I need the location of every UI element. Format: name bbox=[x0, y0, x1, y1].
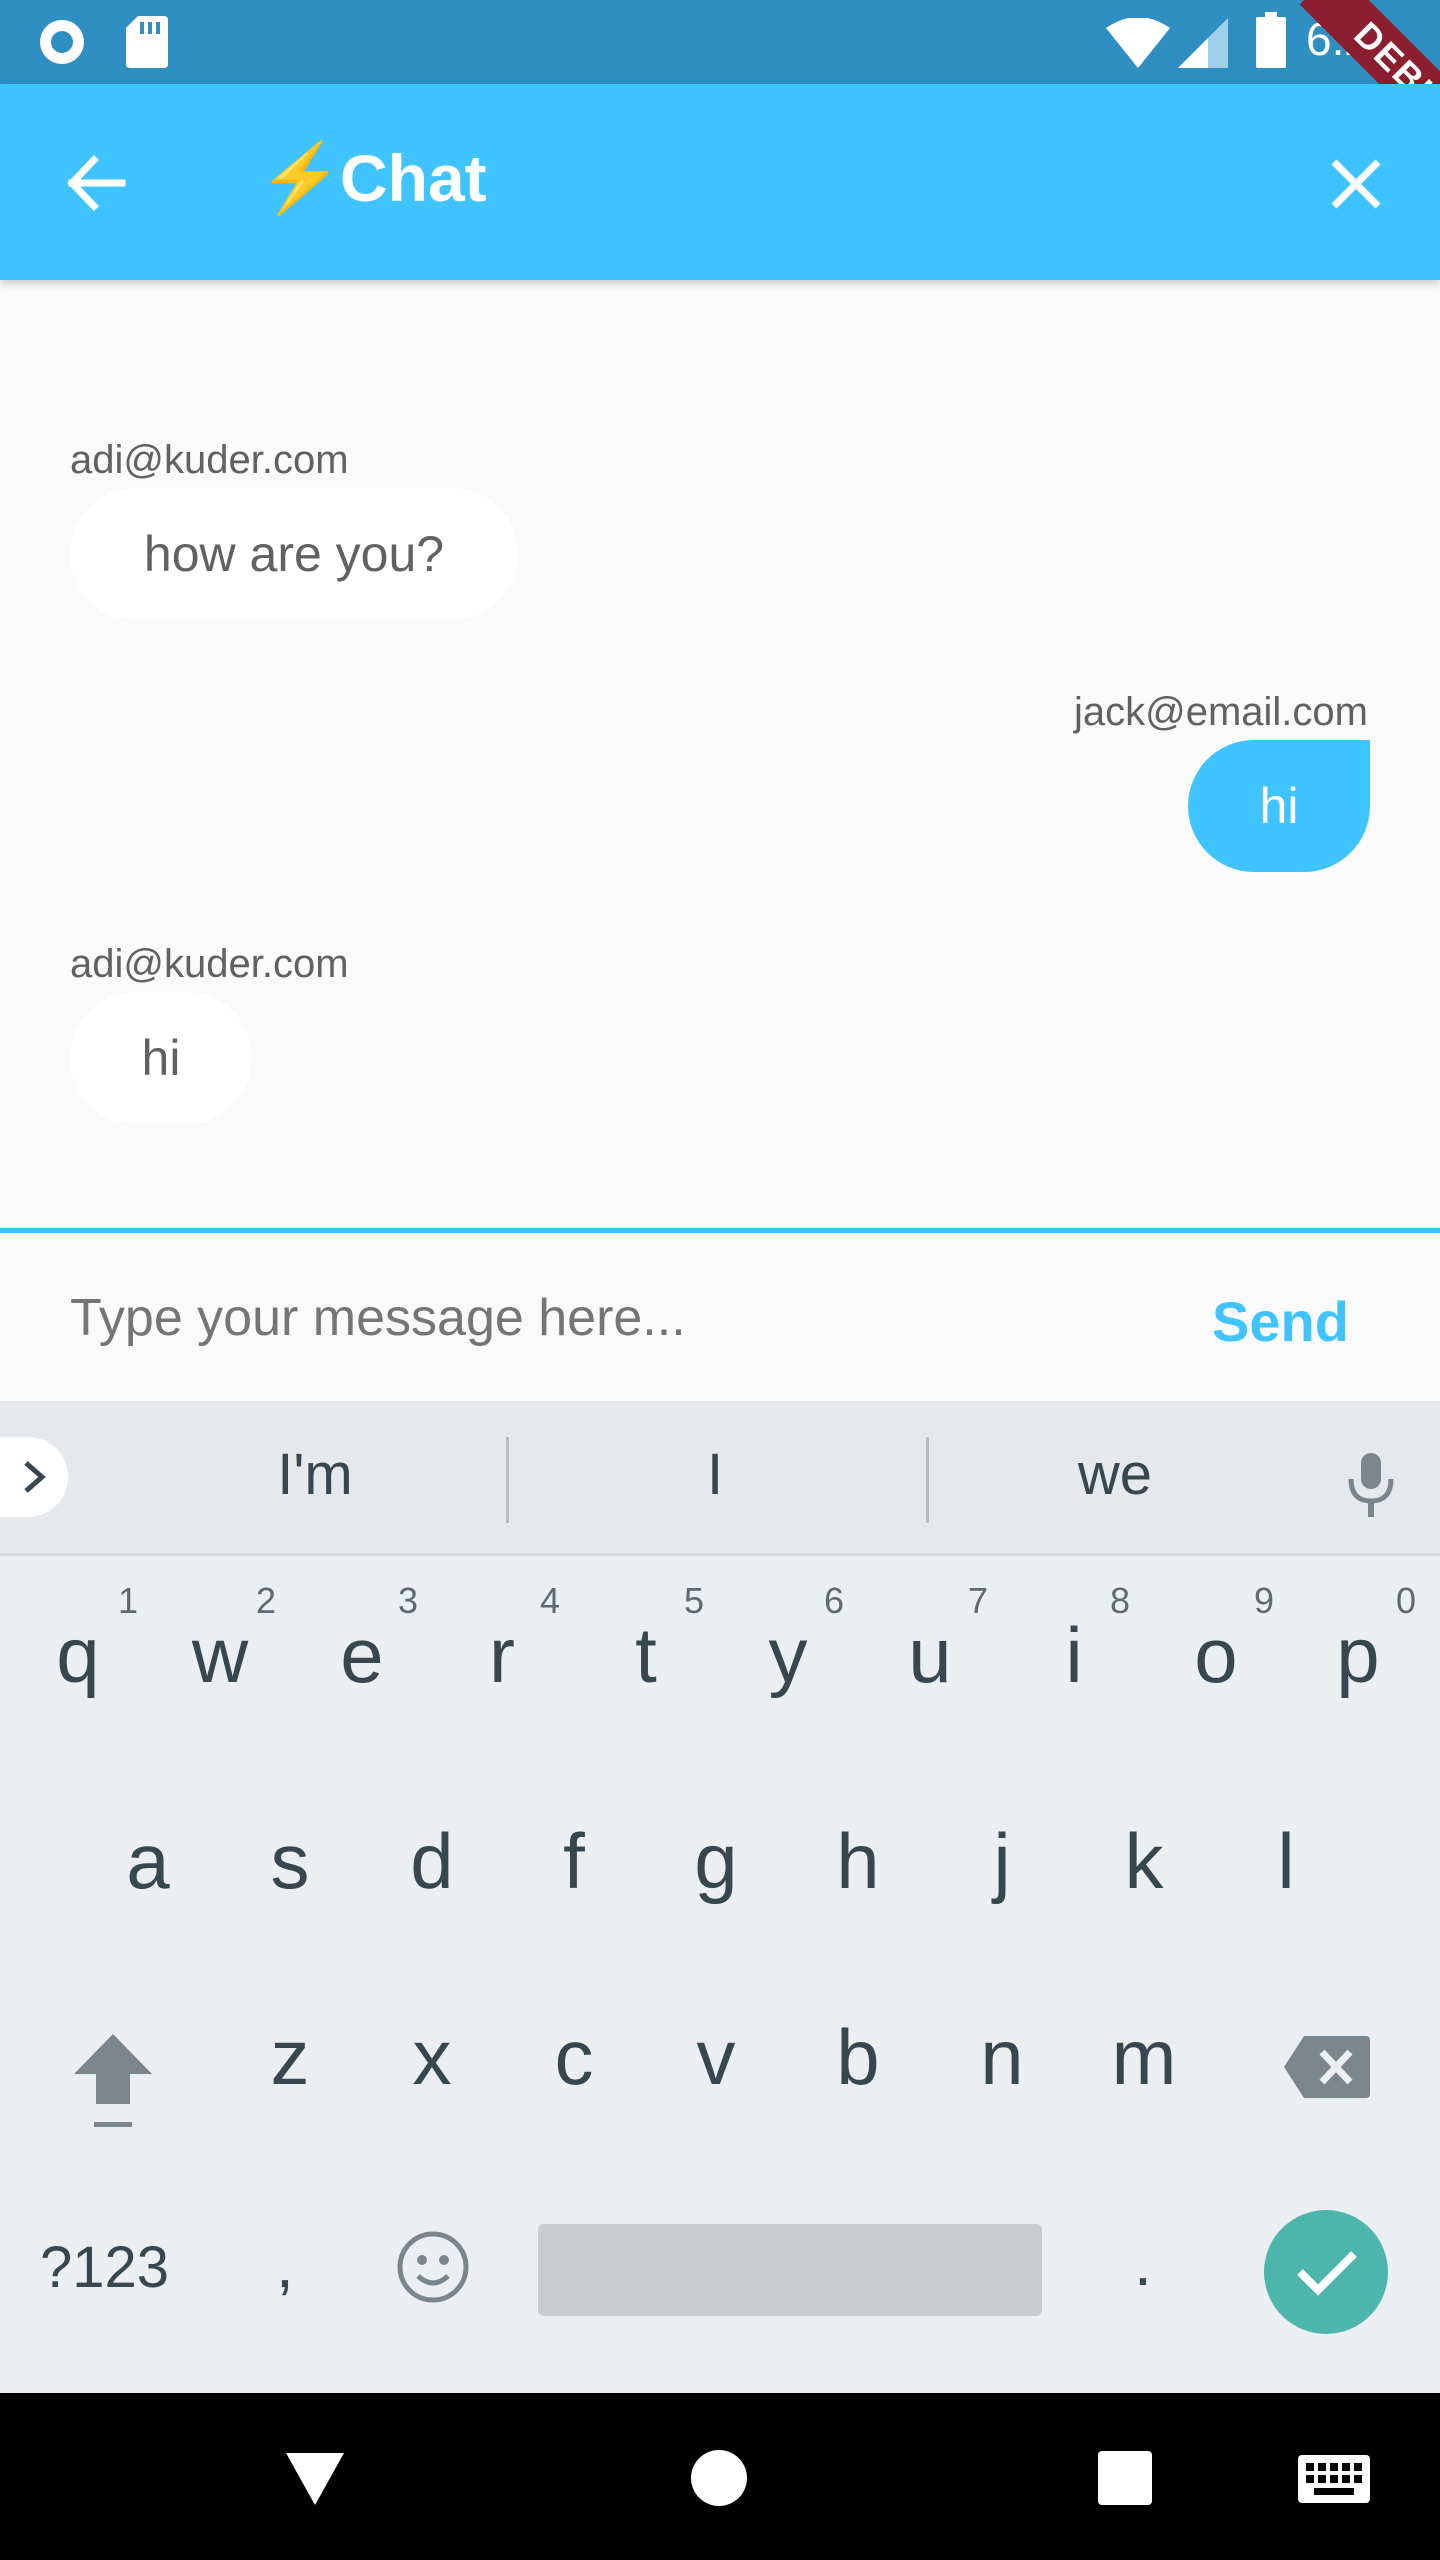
key-q[interactable]: q bbox=[18, 1610, 138, 1701]
app-bar: ⚡ Chat bbox=[0, 84, 1440, 280]
send-button[interactable]: Send bbox=[1212, 1289, 1349, 1354]
suggestion-separator bbox=[506, 1437, 509, 1523]
message-list[interactable]: adi@kuder.com how are you? jack@email.co… bbox=[0, 280, 1440, 1228]
microphone-icon[interactable] bbox=[1346, 1453, 1396, 1519]
arrow-left-icon[interactable] bbox=[62, 150, 128, 216]
message-sender: adi@kuder.com bbox=[70, 942, 349, 986]
key-u[interactable]: u bbox=[870, 1610, 990, 1701]
status-bar: 6:20 bbox=[0, 0, 1440, 84]
message-sender: jack@email.com bbox=[1073, 690, 1368, 734]
key-i[interactable]: i bbox=[1014, 1610, 1134, 1701]
expand-toolbar-button[interactable] bbox=[0, 1437, 68, 1517]
key-f[interactable]: f bbox=[514, 1816, 634, 1907]
emoji-icon[interactable] bbox=[396, 2230, 470, 2304]
key-x[interactable]: x bbox=[372, 2012, 492, 2103]
message-bubble-received: hi bbox=[70, 992, 252, 1124]
keyboard-row-4: ?123 , . bbox=[0, 2200, 1440, 2350]
page-title: Chat bbox=[340, 141, 487, 215]
enter-check-button[interactable] bbox=[1264, 2210, 1388, 2334]
status-circle-icon bbox=[40, 20, 84, 64]
keyboard-icon[interactable] bbox=[1298, 2455, 1370, 2503]
backspace-icon[interactable] bbox=[1284, 2036, 1370, 2098]
key-v[interactable]: v bbox=[656, 2012, 776, 2103]
key-k[interactable]: k bbox=[1084, 1816, 1204, 1907]
key-y[interactable]: y bbox=[728, 1610, 848, 1701]
key-p[interactable]: p bbox=[1298, 1610, 1418, 1701]
key-period[interactable]: . bbox=[1134, 2226, 1152, 2300]
cell-signal-icon bbox=[1178, 18, 1228, 68]
key-d[interactable]: d bbox=[372, 1816, 492, 1907]
key-b[interactable]: b bbox=[798, 2012, 918, 2103]
key-h[interactable]: h bbox=[798, 1816, 918, 1907]
key-a[interactable]: a bbox=[88, 1816, 208, 1907]
symbols-key[interactable]: ?123 bbox=[40, 2234, 169, 2301]
key-w[interactable]: w bbox=[160, 1610, 280, 1701]
keyboard-row-1: 1 2 3 4 5 6 7 8 9 0 q w e r t y u i o p bbox=[0, 1580, 1440, 1740]
message-bubble-sent: hi bbox=[1188, 740, 1370, 872]
key-r[interactable]: r bbox=[442, 1610, 562, 1701]
key-o[interactable]: o bbox=[1156, 1610, 1276, 1701]
suggestion-item[interactable]: I bbox=[580, 1441, 850, 1508]
sd-card-icon bbox=[126, 16, 168, 68]
key-comma[interactable]: , bbox=[276, 2228, 294, 2302]
message-bubble-received: how are you? bbox=[70, 488, 518, 620]
recents-square-icon[interactable] bbox=[1098, 2451, 1152, 2505]
key-t[interactable]: t bbox=[586, 1610, 706, 1701]
suggestion-item[interactable]: I'm bbox=[180, 1441, 450, 1508]
key-m[interactable]: m bbox=[1084, 2012, 1204, 2103]
keyboard-row-2: a s d f g h j k l bbox=[0, 1816, 1440, 1936]
message-input[interactable] bbox=[70, 1273, 1120, 1363]
navigation-bar bbox=[0, 2393, 1440, 2560]
key-z[interactable]: z bbox=[230, 2012, 350, 2103]
message-composer: Send bbox=[0, 1233, 1440, 1401]
lightning-icon: ⚡ bbox=[258, 140, 343, 216]
close-icon[interactable] bbox=[1328, 156, 1384, 212]
space-bar[interactable] bbox=[538, 2224, 1042, 2316]
suggestion-separator bbox=[926, 1437, 929, 1523]
suggestion-bar: I'm I we bbox=[0, 1401, 1440, 1556]
suggestion-item[interactable]: we bbox=[980, 1441, 1250, 1508]
home-circle-icon[interactable] bbox=[690, 2449, 748, 2507]
wifi-icon bbox=[1106, 18, 1170, 68]
back-triangle-icon[interactable] bbox=[286, 2453, 344, 2505]
key-j[interactable]: j bbox=[942, 1816, 1062, 1907]
key-g[interactable]: g bbox=[656, 1816, 776, 1907]
key-e[interactable]: e bbox=[302, 1610, 422, 1701]
key-l[interactable]: l bbox=[1226, 1816, 1346, 1907]
chevron-right-icon bbox=[24, 1461, 46, 1493]
keyboard-row-3: z x c v b n m bbox=[0, 2012, 1440, 2142]
key-n[interactable]: n bbox=[942, 2012, 1062, 2103]
message-sender: adi@kuder.com bbox=[70, 438, 349, 482]
shift-icon[interactable] bbox=[70, 2030, 156, 2140]
key-s[interactable]: s bbox=[230, 1816, 350, 1907]
key-c[interactable]: c bbox=[514, 2012, 634, 2103]
